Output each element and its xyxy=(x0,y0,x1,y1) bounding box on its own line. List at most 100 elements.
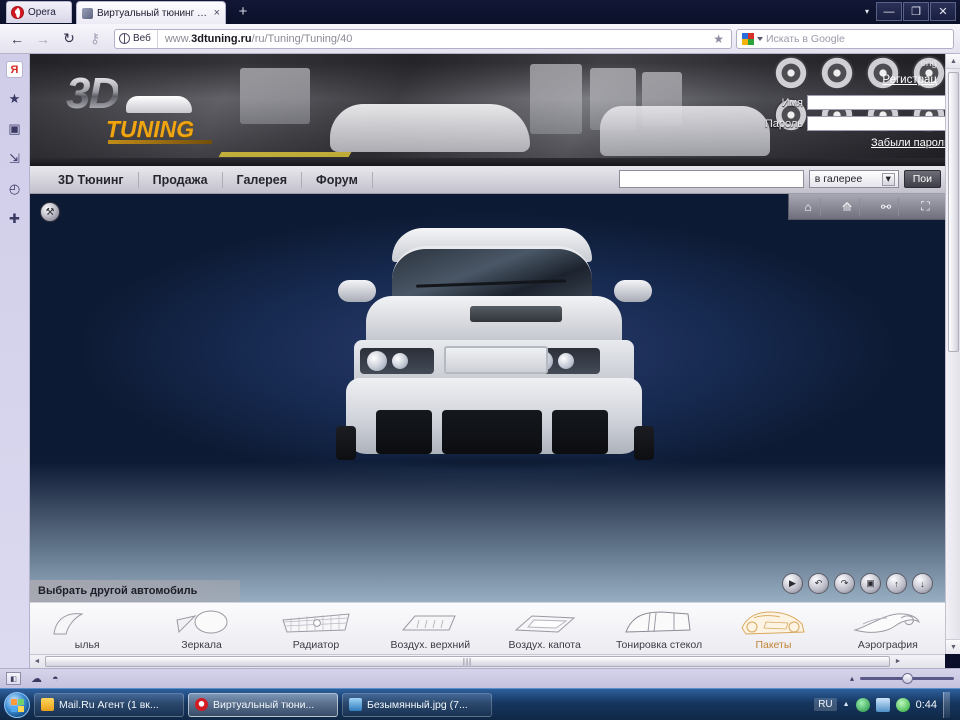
part-label: Воздух. капота xyxy=(508,639,581,651)
airbrush-icon xyxy=(852,613,920,633)
bookmark-star-icon[interactable]: ★ xyxy=(706,32,731,46)
logo-car-icon xyxy=(126,96,192,113)
choose-another-car-label: Выбрать другой автомобиль xyxy=(38,585,198,597)
scroll-right-icon[interactable]: ► xyxy=(891,655,905,668)
spray-paint-icon[interactable]: ⚯ xyxy=(875,197,899,216)
mailru-agent-tray-icon[interactable] xyxy=(855,697,870,712)
add-panel-icon[interactable]: ✚ xyxy=(6,210,24,228)
rotate-left-button[interactable]: ↶ xyxy=(808,573,829,594)
opera-menu-button[interactable]: Opera xyxy=(6,1,72,23)
header-car-image xyxy=(330,104,530,152)
car-tire-right xyxy=(634,426,654,460)
forward-icon[interactable]: → xyxy=(32,28,54,50)
horizontal-scroll-thumb[interactable]: ||| xyxy=(45,656,890,667)
yandex-icon[interactable]: Я xyxy=(6,61,23,78)
scroll-up-icon[interactable]: ▲ xyxy=(946,54,960,69)
browser-tab-active[interactable]: Виртуальный тюнинг а... × xyxy=(76,1,226,24)
picture-icon xyxy=(349,698,362,711)
viewer-toolbar: ⌂ ⟰ ⚯ ⛶ xyxy=(788,194,945,220)
chevron-down-icon[interactable] xyxy=(757,36,763,41)
part-item-air-hood[interactable]: Воздух. капота xyxy=(488,603,602,654)
grille-icon xyxy=(282,613,350,633)
language-indicator[interactable]: RU xyxy=(814,698,837,711)
language-switch-link[interactable]: eng xyxy=(920,58,937,69)
nav-item-gallery[interactable]: Галерея xyxy=(223,171,303,188)
history-clock-icon[interactable]: ◴ xyxy=(6,180,24,198)
taskbar-item-label: Виртуальный тюни... xyxy=(213,698,315,711)
security-key-icon[interactable]: ⚷ xyxy=(84,28,106,50)
zoom-slider-thumb[interactable] xyxy=(902,673,913,684)
download-button[interactable]: ↓ xyxy=(912,573,933,594)
site-search-scope-select[interactable]: в галерее ▾ xyxy=(808,170,899,188)
forgot-password-link[interactable]: Забыли пароль? вой xyxy=(871,137,945,149)
tools-wrench-icon[interactable]: ⚒ xyxy=(40,202,60,222)
speeddial-icon[interactable]: ◓ xyxy=(52,673,59,685)
rotate-right-button[interactable]: ↷ xyxy=(834,573,855,594)
nav-item-sale[interactable]: Продажа xyxy=(139,171,223,188)
zoom-up-icon[interactable]: ▴ xyxy=(850,674,854,683)
window-tint-icon xyxy=(625,611,691,633)
back-icon[interactable]: ← xyxy=(6,28,28,50)
taskbar-item-opera[interactable]: Виртуальный тюни... xyxy=(188,692,338,717)
tab-close-icon[interactable]: × xyxy=(214,7,220,19)
save-config-button[interactable]: ▣ xyxy=(860,573,881,594)
browser-search-input[interactable]: Искать в Google xyxy=(736,28,954,49)
panel-toggle-icon[interactable]: ◧ xyxy=(6,672,21,685)
play-animation-button[interactable]: ▶ xyxy=(782,573,803,594)
bookmarks-star-icon[interactable]: ★ xyxy=(6,90,24,108)
register-link[interactable]: Регистрац xyxy=(882,74,937,86)
zoom-slider-area[interactable]: ▴ xyxy=(850,673,954,684)
reload-icon[interactable]: ↻ xyxy=(58,28,80,50)
car-3d-viewer[interactable]: ⚒ ⌂ ⟰ ⚯ ⛶ ▶ ↶ ↷ ▣ ↑ ↓ Выбрать другой авт… xyxy=(30,194,945,602)
car-model-image[interactable] xyxy=(330,218,660,470)
transform-icon[interactable]: ⟰ xyxy=(836,197,860,216)
taskbar-item-image[interactable]: Безымянный.jpg (7... xyxy=(342,692,492,717)
site-search-input[interactable] xyxy=(618,170,804,188)
address-bar[interactable]: Веб www.3dtuning.ru/ru/Tuning/Tuning/40 … xyxy=(114,28,732,49)
home-icon[interactable]: ⌂ xyxy=(797,197,821,216)
login-name-input[interactable] xyxy=(807,95,945,110)
scroll-left-icon[interactable]: ◄ xyxy=(30,655,44,668)
part-item-airbrush[interactable]: Аэрография xyxy=(831,603,945,654)
part-item-air-top[interactable]: Воздух. верхний xyxy=(373,603,487,654)
tray-expand-icon[interactable]: ▲ xyxy=(843,701,850,708)
cloud-icon[interactable]: ☁ xyxy=(31,672,42,685)
site-search-button[interactable]: Пои xyxy=(903,170,941,188)
choose-another-car-bar[interactable]: Выбрать другой автомобиль xyxy=(30,580,240,602)
site-logo[interactable]: 3D TUNING xyxy=(66,72,226,148)
windows-taskbar: Mail.Ru Агент (1 вк... Виртуальный тюни.… xyxy=(0,688,960,720)
part-item-radiator[interactable]: Радиатор xyxy=(259,603,373,654)
web-search-badge[interactable]: Веб xyxy=(115,29,158,48)
close-button[interactable]: ✕ xyxy=(930,2,956,21)
downloads-icon[interactable]: ⇲ xyxy=(6,150,24,168)
taskbar-item-mailru[interactable]: Mail.Ru Агент (1 вк... xyxy=(34,692,184,717)
login-password-input[interactable] xyxy=(807,116,945,131)
part-item-window-tint[interactable]: Тонировка стекол xyxy=(602,603,716,654)
nav-item-forum[interactable]: Форум xyxy=(302,171,373,188)
part-item-packages[interactable]: Пакеты xyxy=(716,603,830,654)
vertical-scroll-thumb[interactable] xyxy=(948,72,959,352)
minimize-button[interactable]: — xyxy=(876,2,902,21)
camera-icon[interactable]: ⛶ xyxy=(914,198,938,216)
show-desktop-button[interactable] xyxy=(943,691,950,718)
page-horizontal-scrollbar[interactable]: ◄ ||| ► xyxy=(30,654,945,668)
login-name-row: Имя xyxy=(782,95,945,110)
network-tray-icon[interactable] xyxy=(875,697,890,712)
taskbar-clock[interactable]: 0:44 xyxy=(916,699,937,711)
start-button[interactable] xyxy=(4,691,30,718)
part-item-mirrors[interactable]: Зеркала xyxy=(144,603,258,654)
nav-item-tuning[interactable]: 3D Тюнинг xyxy=(44,171,139,188)
antivirus-tray-icon[interactable] xyxy=(895,697,910,712)
part-item-fender[interactable]: ылья xyxy=(30,603,144,654)
upload-button[interactable]: ↑ xyxy=(886,573,907,594)
logo-3d-text: 3D xyxy=(66,69,120,118)
new-tab-button[interactable]: + xyxy=(234,4,252,21)
notes-icon[interactable]: ▣ xyxy=(6,120,24,138)
tab-favicon-icon xyxy=(82,7,93,19)
maximize-button[interactable]: ❐ xyxy=(903,2,929,21)
opera-browser-window: Opera Виртуальный тюнинг а... × + ▾ — ❐ … xyxy=(0,0,960,688)
window-menu-icon[interactable]: ▾ xyxy=(859,2,875,21)
zoom-slider-track[interactable] xyxy=(860,673,954,684)
scroll-down-icon[interactable]: ▼ xyxy=(946,639,960,654)
page-vertical-scrollbar[interactable]: ▲ ▼ xyxy=(945,54,960,654)
